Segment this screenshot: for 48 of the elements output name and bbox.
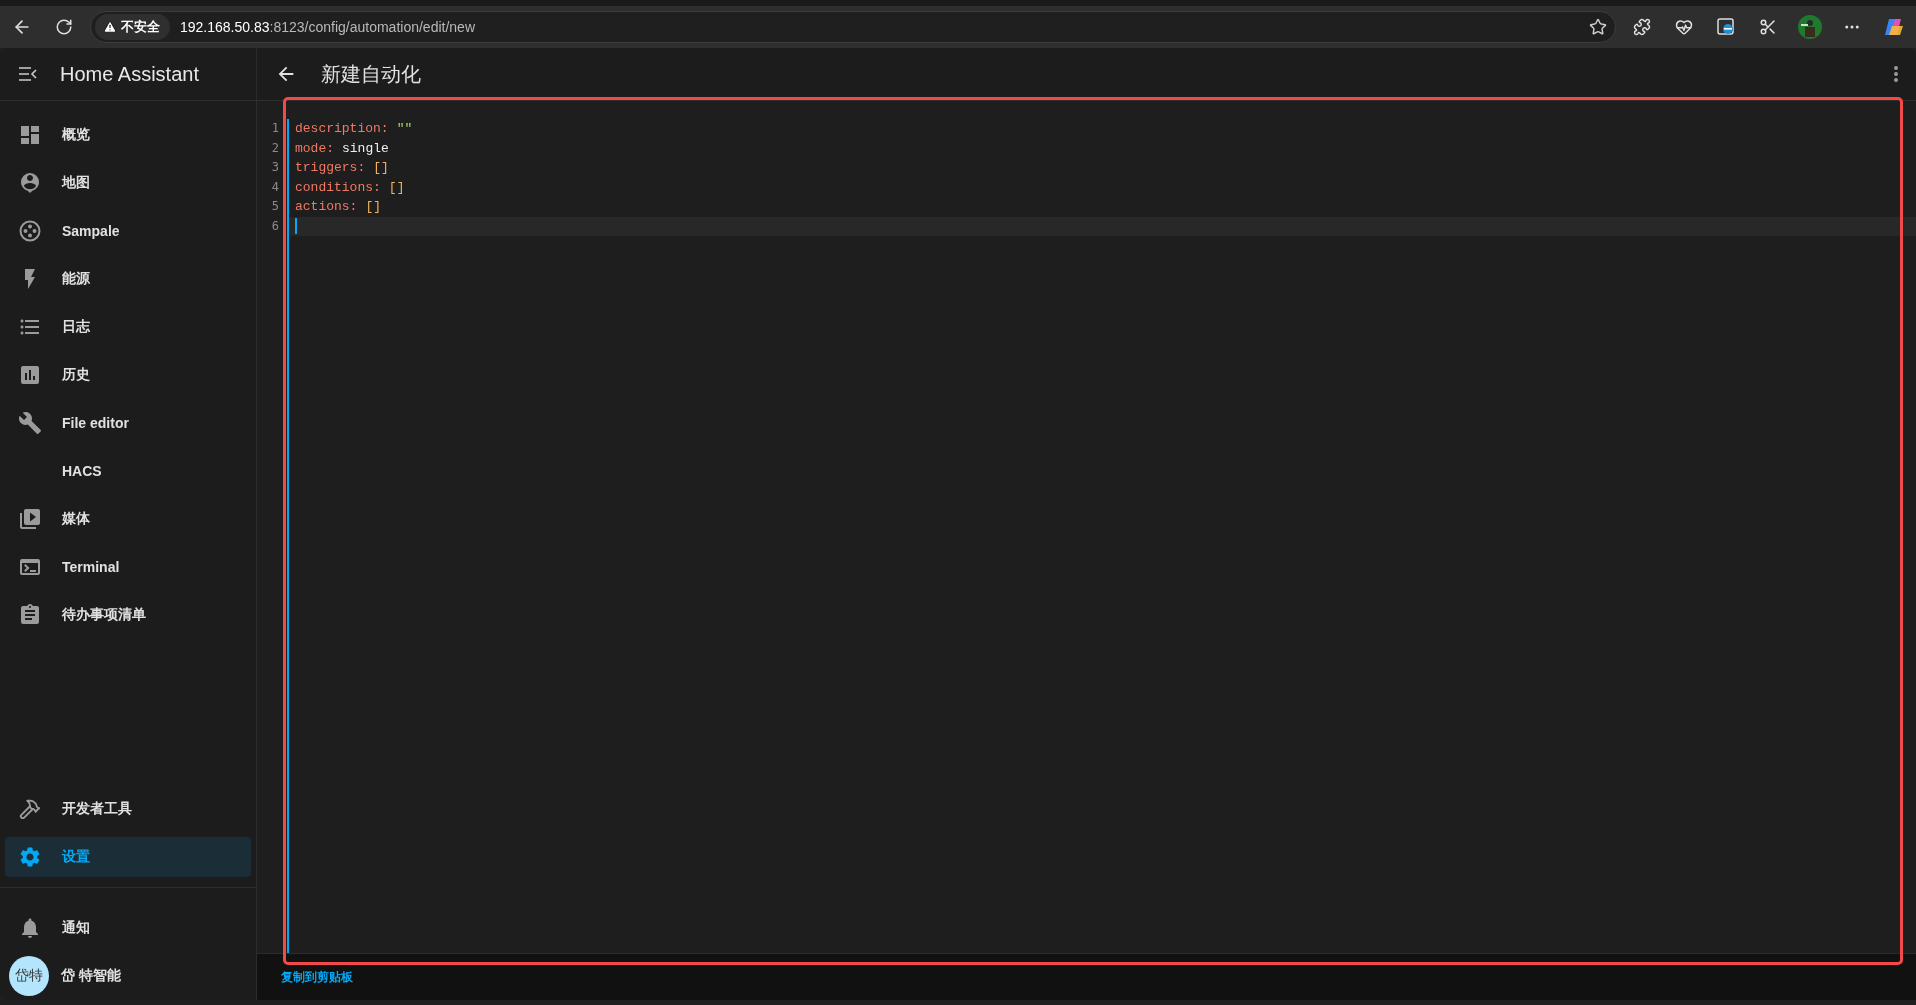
line-number: 6 xyxy=(270,217,280,235)
sidebar-item[interactable]: 日志 xyxy=(5,307,251,347)
sidebar-item[interactable]: 概览 xyxy=(5,115,251,155)
sidebar-item[interactable]: 媒体 xyxy=(5,499,251,539)
menu-icon[interactable] xyxy=(18,66,38,82)
user-avatar: 岱特 xyxy=(9,956,49,996)
text-cursor xyxy=(295,218,297,235)
sidebar-item[interactable]: File editor xyxy=(5,403,251,443)
user-item[interactable]: 岱特 岱 特智能 xyxy=(0,952,256,1000)
more-vertical-icon xyxy=(1894,66,1898,82)
sidebar-item[interactable]: Terminal xyxy=(5,547,251,587)
sidebar-item[interactable]: HACS xyxy=(5,451,251,491)
star-icon[interactable] xyxy=(1589,18,1607,36)
dashboard-icon xyxy=(18,123,42,147)
circle-dots-icon xyxy=(19,220,41,242)
code-line: conditions: [] xyxy=(294,178,406,197)
app-title: Home Assistant xyxy=(60,62,199,86)
sidebar-item[interactable]: 开发者工具 xyxy=(5,789,251,829)
clipboard-icon xyxy=(18,603,42,627)
video-library-icon xyxy=(18,507,42,531)
url-text: 192.168.50.83:8123/config/automation/edit/new xyxy=(180,19,476,35)
notifications-item[interactable]: 通知 xyxy=(5,908,251,948)
overflow-menu-button[interactable] xyxy=(1894,66,1898,82)
settings-icon xyxy=(18,845,42,869)
sidebar-item[interactable]: 历史 xyxy=(5,355,251,395)
line-number: 5 xyxy=(270,198,280,215)
bar-chart-icon xyxy=(18,363,42,387)
sidebar-item[interactable]: 地图 xyxy=(5,163,251,203)
sidebar-item[interactable]: Sampale xyxy=(5,211,251,251)
code-line: triggers: [] xyxy=(294,159,390,177)
sidebar-item[interactable]: 设置 xyxy=(5,837,251,877)
line-number: 3 xyxy=(270,159,280,176)
line-number: 2 xyxy=(270,139,280,157)
security-badge[interactable]: 不安全 xyxy=(95,14,170,40)
sidebar-item[interactable]: 待办事项清单 xyxy=(5,595,251,635)
hammer-icon xyxy=(19,798,41,820)
reload-icon xyxy=(55,18,73,36)
copy-to-clipboard-link[interactable]: 复制到剪贴板 xyxy=(281,968,353,986)
wrench-icon xyxy=(18,411,42,435)
code-line: actions: [] xyxy=(294,198,383,216)
sidebar-item[interactable]: 能源 xyxy=(5,259,251,299)
line-number: 4 xyxy=(270,178,280,196)
map-person-icon xyxy=(18,171,42,195)
code-line: description: "" xyxy=(294,120,414,138)
line-number: 1 xyxy=(270,120,280,137)
code-line: mode: single xyxy=(294,139,390,158)
page-title: 新建自动化 xyxy=(321,61,422,87)
address-bar[interactable]: 不安全 192.168.50.83:8123/config/automation/edit/new xyxy=(90,11,1616,43)
